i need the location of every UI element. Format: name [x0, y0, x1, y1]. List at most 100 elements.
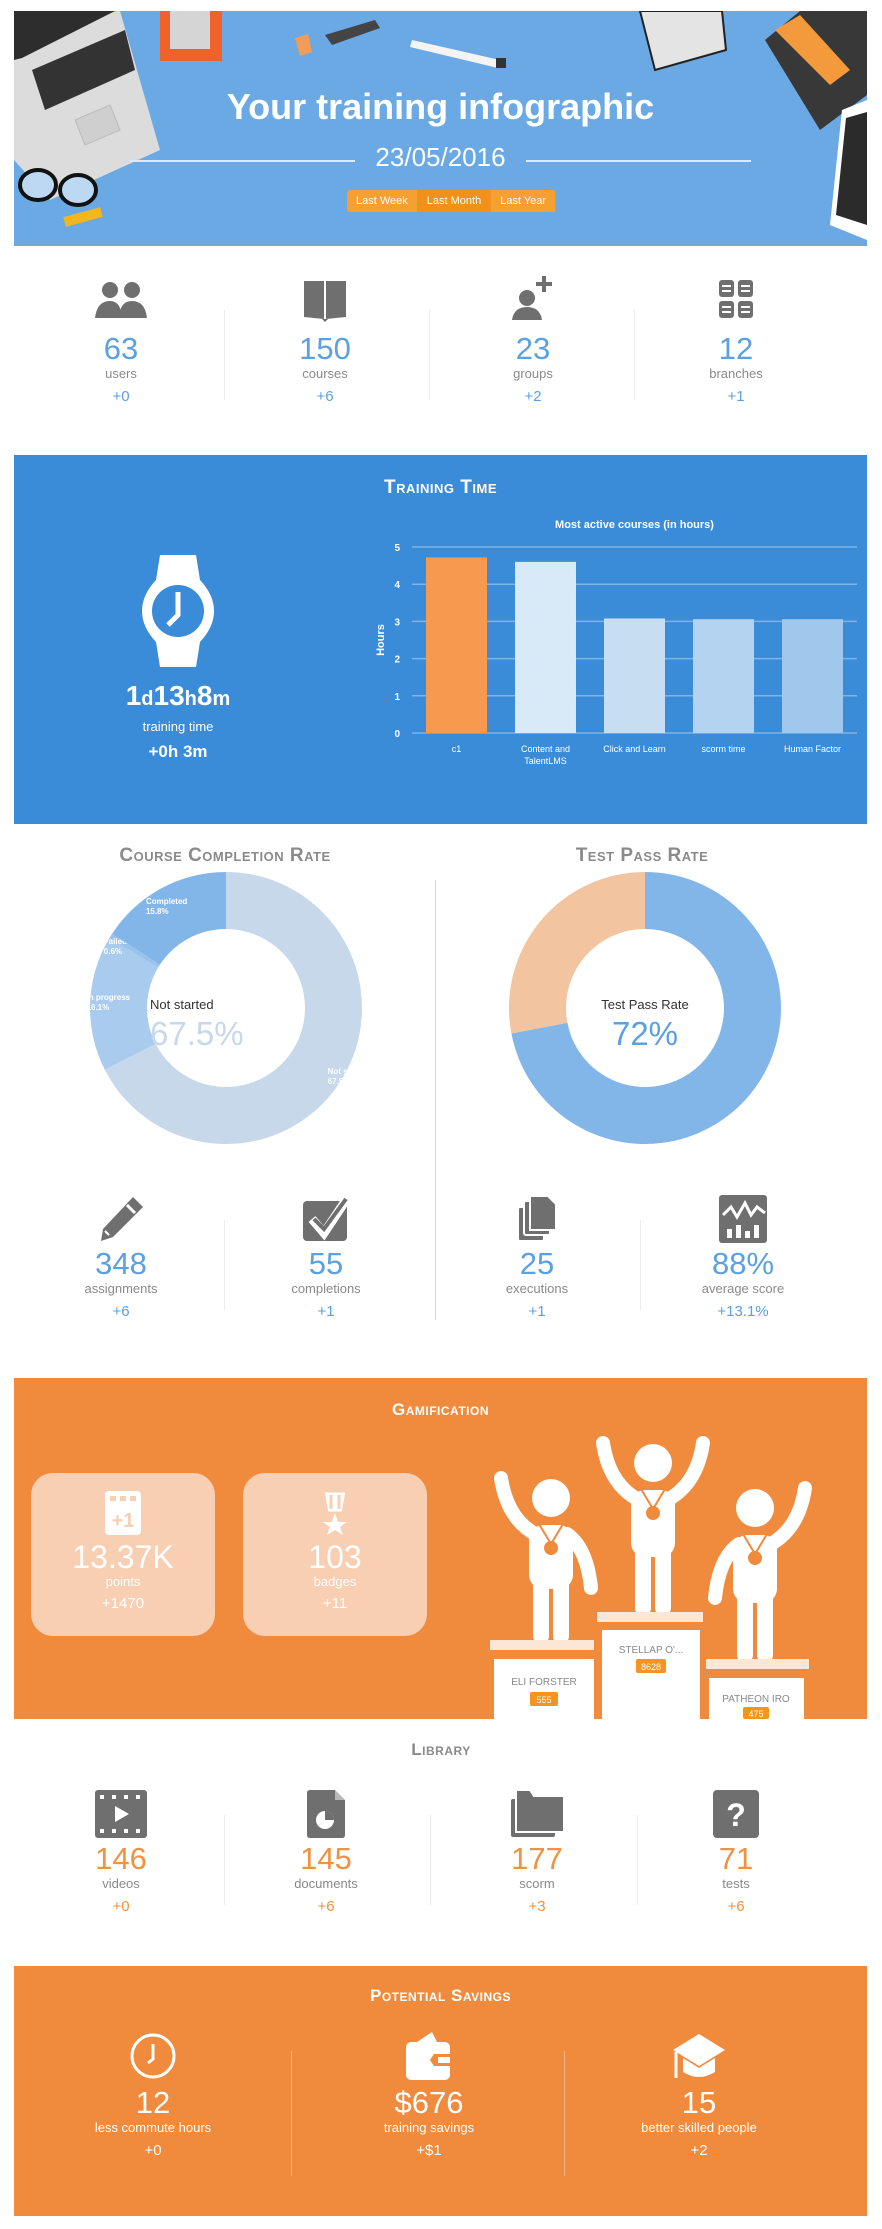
divider: [224, 1220, 225, 1310]
stat-delta: +1: [528, 1303, 546, 1320]
stat-value: 348: [95, 1246, 147, 1281]
slice-value: 0.6%: [104, 947, 122, 956]
pen-illustration: [410, 40, 506, 68]
marker-illustration: [295, 20, 380, 56]
bar-human-factor: [782, 619, 843, 733]
legs: [635, 1541, 671, 1616]
x-tick-label: TalentLMS: [524, 756, 567, 766]
stat-delta: +6: [316, 388, 334, 405]
stat-label: average score: [701, 1281, 785, 1296]
wallet-icon: [406, 2032, 452, 2080]
medal-icon: [544, 1541, 558, 1555]
podium-name: ELI FORSTER: [511, 1677, 577, 1688]
divider: [429, 310, 430, 400]
stat-value: 145: [300, 1841, 352, 1876]
clock-icon: [130, 2033, 176, 2079]
divider: [564, 2051, 565, 2176]
library-videos: 146 videos +0: [21, 1790, 221, 1918]
stat-delta: +6: [112, 1303, 130, 1320]
stat-delta: +$1: [416, 2142, 442, 2159]
slice-label: In progress: [87, 993, 131, 1002]
date-divider-right: [526, 160, 751, 162]
winner-figure: [494, 1471, 598, 1644]
divider: [291, 2051, 292, 2176]
stat-delta: +0: [112, 1898, 130, 1915]
gamification-section: Gamification +1 13.37K points +1470 103 …: [14, 1378, 867, 1719]
stat-label: documents: [294, 1876, 358, 1891]
last-week-button[interactable]: Last Week: [347, 190, 418, 212]
stat-courses: 150 courses +6: [225, 280, 425, 408]
stat-label: videos: [102, 1876, 140, 1891]
stat-delta: +2: [690, 2142, 708, 2159]
stat-label: users: [105, 366, 137, 381]
library-tests: ? 71 tests +6: [636, 1790, 836, 1918]
winner-figure: [596, 1436, 710, 1616]
stat-average-score: 88% average score +13.1%: [643, 1195, 843, 1323]
y-tick-label: 1: [394, 692, 400, 703]
slice-label: Not started: [328, 1067, 370, 1076]
training-time-section: Training Time 1d13h8m training time +0h …: [14, 455, 867, 824]
library-section: Library 146 videos +0 145 documents +6 1…: [0, 1730, 882, 1950]
y-tick-label: 0: [394, 729, 400, 740]
stat-users: 63 users +0: [21, 280, 221, 408]
last-year-button[interactable]: Last Year: [491, 190, 557, 212]
head: [736, 1489, 774, 1527]
page-title: Your training infographic: [226, 86, 655, 127]
svg-text:?: ?: [726, 1797, 746, 1833]
completion-center-label: Not started: [150, 997, 214, 1012]
savings-training: $676 training savings +$1: [329, 2032, 529, 2162]
document-chart-icon: [307, 1790, 345, 1838]
bar-content-and-talentlms: [515, 561, 576, 733]
video-icon: [95, 1790, 147, 1838]
chart-title: Most active courses (in hours): [555, 519, 714, 531]
y-tick-label: 5: [394, 543, 400, 554]
head: [634, 1444, 672, 1482]
y-tick-label: 3: [394, 617, 400, 628]
stat-label: assignments: [84, 1281, 158, 1296]
podium-name: PATHEON IRO: [722, 1694, 790, 1705]
potential-savings-section: Potential Savings 12 less commute hours …: [14, 1966, 867, 2216]
last-month-button[interactable]: Last Month: [417, 190, 492, 212]
question-icon: ?: [713, 1790, 759, 1838]
users-icon: [95, 282, 147, 318]
stat-value: $676: [394, 2085, 464, 2120]
stat-value: 12: [718, 331, 754, 366]
stat-label: scorm: [519, 1876, 555, 1891]
legs: [533, 1573, 569, 1644]
slice-value: 16.1%: [87, 1003, 110, 1012]
stat-value: 12: [135, 2085, 171, 2120]
stat-value: 15: [681, 2085, 717, 2120]
bar-scorm-time: [693, 619, 754, 733]
medal-icon: [646, 1506, 660, 1520]
bar-click-and-learn: [604, 618, 665, 733]
bar-c1: [426, 557, 487, 733]
stat-delta: +0: [112, 388, 130, 405]
stat-value: 71: [718, 1841, 754, 1876]
x-tick-label: c1: [452, 744, 462, 754]
overview-stats: 63 users +0 150 courses +6 23 groups +2 …: [0, 270, 882, 430]
savings-commute: 12 less commute hours +0: [53, 2032, 253, 2162]
podium-score: 475: [748, 1709, 763, 1719]
legs: [737, 1587, 773, 1663]
stat-label: less commute hours: [94, 2120, 212, 2135]
branches-icon: [719, 280, 753, 318]
stat-value: 177: [511, 1841, 563, 1876]
y-tick-label: 2: [394, 655, 400, 666]
library-documents: 145 documents +6: [226, 1790, 426, 1918]
stat-label: completions: [291, 1281, 361, 1296]
stat-value: 88%: [711, 1246, 775, 1281]
slice-value: 15.8%: [146, 907, 169, 916]
savings-people: 15 better skilled people +2: [599, 2032, 799, 2162]
report-date: 23/05/2016: [375, 142, 506, 172]
completion-center-value: 67.5%: [150, 1015, 244, 1052]
checkbox-icon: [303, 1195, 350, 1241]
stat-delta: +2: [524, 388, 542, 405]
stat-value: 23: [515, 331, 551, 366]
stat-delta: +1: [317, 1303, 335, 1320]
stat-label: courses: [302, 366, 348, 381]
winner-figure: [708, 1481, 812, 1663]
stat-executions: 25 executions +1: [437, 1195, 637, 1323]
podium-score: 8628: [641, 1662, 661, 1672]
x-tick-label: Content and: [521, 744, 570, 754]
divider: [634, 310, 635, 400]
